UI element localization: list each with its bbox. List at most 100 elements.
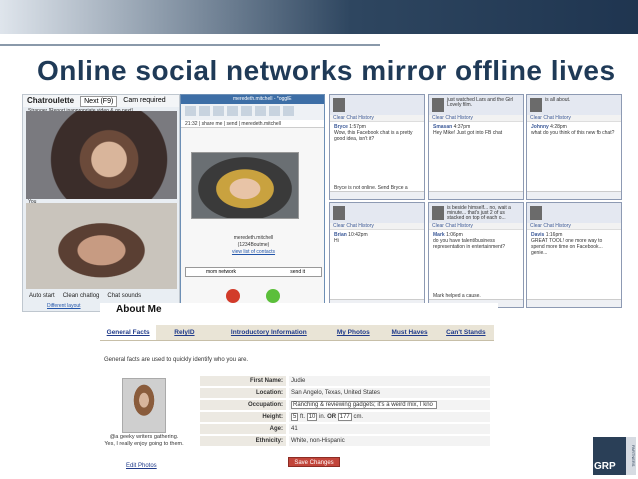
contacts-link[interactable]: view list of contacts (181, 249, 326, 255)
chat-message: Mark 1:06pm do you have talent/business r… (433, 232, 505, 250)
end-call-icon[interactable] (226, 289, 240, 303)
clear-history-link[interactable]: Clear Chat History (527, 115, 621, 122)
fb-chat-window: is all about. Clear Chat History Johnny … (526, 94, 622, 200)
avatar (432, 98, 444, 112)
toolbar-icon[interactable] (213, 106, 224, 116)
photo-caption: @a geeky writers gathering. Yes, I reall… (104, 434, 184, 447)
height-feet-input[interactable]: 5 (291, 413, 299, 421)
age-value: 41 (289, 424, 490, 434)
different-layout-link[interactable]: Different layout (47, 303, 81, 309)
save-changes-button[interactable]: Save Changes (288, 457, 340, 467)
toolbar-icon[interactable] (269, 106, 280, 116)
profile-photo (122, 378, 166, 433)
ethnicity-value: White, non-Hispanic (289, 436, 490, 446)
next-button[interactable]: Next (F9) (80, 95, 118, 107)
fb-chat-header (330, 95, 424, 115)
video-chat-title: meredeth.mitchell - *ogglE (181, 95, 324, 104)
clear-history-link[interactable]: Clear Chat History (330, 223, 424, 230)
tab-my-photos[interactable]: My Photos (325, 325, 381, 340)
contact-status: (1234Boutme) (237, 242, 270, 248)
clear-history-link[interactable]: Clear Chat History (429, 223, 523, 230)
chat-input[interactable] (527, 299, 621, 307)
page-title: Online social networks mirror offline li… (37, 55, 616, 86)
grp-partners-label: PARTNERS (626, 437, 636, 475)
fb-chat-header: just watched Lars and the Girl Lovely fi… (429, 95, 523, 115)
chat-message: Bryce 1:57pm Wow, this Facebook chat is a… (334, 124, 413, 142)
ethnicity-row: Ethnicity: White, non-Hispanic (200, 436, 490, 446)
tab-general-facts[interactable]: General Facts (100, 325, 157, 340)
avatar (333, 206, 345, 220)
fb-chat-header: is beside himself... no, wait a minute..… (429, 203, 523, 223)
chatroulette-logo: Chatroulette (27, 96, 75, 105)
toolbar-icon[interactable] (227, 106, 238, 116)
clear-history-link[interactable]: Clear Chat History (330, 115, 424, 122)
chat-input[interactable] (330, 191, 424, 199)
cam-required-checkbox[interactable]: Cam required (123, 95, 165, 107)
chat-message: Davis 1:16pm GREAT TOOL! one more way to … (531, 232, 603, 256)
fb-chat-window: Clear Chat History Brian 10:42pm Hi (329, 202, 425, 308)
video-chat-address-bar[interactable]: 21:32 | share me | send | meredeth.mitch… (181, 120, 324, 128)
stranger-video (26, 111, 177, 199)
video-chat-toolbar (181, 104, 324, 120)
tab-introductory-information[interactable]: Introductory Information (213, 325, 326, 340)
toolbar-icon[interactable] (283, 106, 294, 116)
chatroulette-window: Chatroulette Next (F9) Cam required Stra… (22, 94, 180, 312)
occupation-field[interactable]: Ranching & reviewing gadgets; it's a wei… (289, 400, 490, 410)
fb-chat-window: just watched Lars and the Girl Lovely fi… (428, 94, 524, 200)
avatar (432, 206, 444, 220)
tab-relyid[interactable]: RelyID (156, 325, 212, 340)
occupation-row: Occupation: Ranching & reviewing gadgets… (200, 400, 490, 410)
header-band (0, 0, 638, 34)
chat-input[interactable] (429, 191, 523, 199)
location-value: San Angelo, Texas, United States (289, 388, 490, 398)
toolbar-icon[interactable] (185, 106, 196, 116)
toolbar-icon[interactable] (255, 106, 266, 116)
about-me-title: About Me (116, 304, 162, 315)
toolbar-icon[interactable] (199, 106, 210, 116)
profile-tabs: General Facts RelyID Introductory Inform… (100, 325, 494, 341)
chat-message: Johnny 4:28pm what do you think of this n… (531, 124, 615, 136)
video-chat-window: meredeth.mitchell - *ogglE 21:32 | share… (180, 94, 325, 312)
avatar (333, 98, 345, 112)
send-button[interactable]: send it (290, 268, 305, 277)
about-me-panel: About Me General Facts RelyID Introducto… (100, 303, 498, 475)
fb-chat-window: is beside himself... no, wait a minute..… (428, 202, 524, 308)
clean-chatlog-checkbox[interactable]: Clean chatlog (63, 293, 100, 299)
tab-cant-stands[interactable]: Can't Stands (438, 325, 494, 340)
chat-message: Smasan 4:37pm Hey Mike! Just got into FB … (433, 124, 503, 136)
height-row: Height: 5 ft. 10 in. OR 177 cm. (200, 412, 490, 422)
chat-message: Brian 10:42pm Hi (334, 232, 368, 244)
location-row: Location: San Angelo, Texas, United Stat… (200, 388, 490, 398)
self-video (26, 203, 177, 289)
height-inches-input[interactable]: 10 (306, 413, 318, 421)
grp-logo: GRP (593, 437, 627, 475)
fb-chat-window: Clear Chat History Bryce 1:57pm Wow, this… (329, 94, 425, 200)
avatar (530, 98, 542, 112)
contact-name: meredeth.mitchell (233, 235, 274, 241)
chat-sounds-checkbox[interactable]: Chat sounds (107, 293, 141, 299)
height-cm-input[interactable]: 177 (337, 413, 352, 421)
tab-must-haves[interactable]: Must Haves (381, 325, 437, 340)
clear-history-link[interactable]: Clear Chat History (429, 115, 523, 122)
chatroulette-options: Auto start Clean chatlog Chat sounds (29, 293, 141, 299)
fb-chat-header (527, 203, 621, 223)
message-input[interactable]: mom network send it (185, 267, 322, 277)
fb-chat-header: is all about. (527, 95, 621, 115)
fb-chat-header (330, 203, 424, 223)
webcam-video (191, 152, 299, 219)
chat-input[interactable] (527, 191, 621, 199)
auto-start-checkbox[interactable]: Auto start (29, 293, 55, 299)
edit-photos-link[interactable]: Edit Photos (126, 463, 157, 469)
clear-history-link[interactable]: Clear Chat History (527, 223, 621, 230)
general-facts-description: General facts are used to quickly identi… (104, 357, 249, 363)
toolbar-icon[interactable] (241, 106, 252, 116)
age-row: Age: 41 (200, 424, 490, 434)
message-input-text: mom network (206, 269, 237, 275)
chatroulette-toolbar: Chatroulette Next (F9) Cam required (23, 95, 179, 107)
first-name-value: Judie (289, 376, 490, 386)
first-name-row: First Name: Judie (200, 376, 490, 386)
header-divider (0, 44, 380, 46)
start-call-icon[interactable] (266, 289, 280, 303)
fb-chat-window: Clear Chat History Davis 1:16pm GREAT TOO… (526, 202, 622, 308)
avatar (530, 206, 542, 220)
